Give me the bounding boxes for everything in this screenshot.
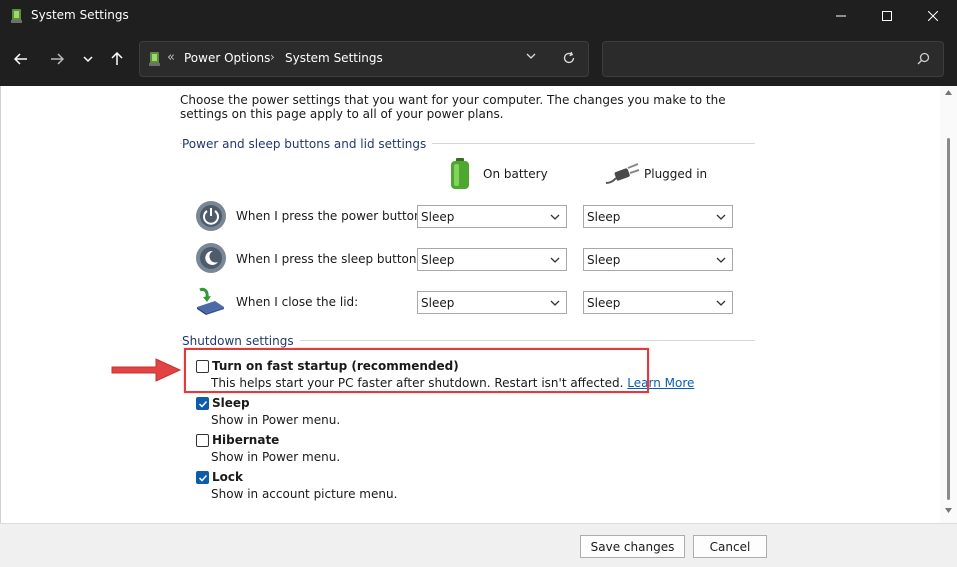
power-button-battery-select[interactable]: Sleep — [417, 205, 567, 228]
close-icon — [928, 11, 938, 21]
sleep-label[interactable]: Sleep — [212, 396, 250, 410]
sleep-button-icon — [196, 243, 226, 273]
window-title: System Settings — [31, 8, 129, 22]
address-bar[interactable]: « Power Options › System Settings — [139, 41, 589, 77]
up-button[interactable] — [104, 46, 130, 72]
scrollbar-thumb[interactable] — [947, 138, 950, 500]
power-section-label: Power and sleep buttons and lid settings — [182, 137, 433, 151]
select-value: Sleep — [421, 210, 455, 224]
power-plug-icon — [605, 163, 640, 184]
power-options-icon — [11, 9, 22, 23]
power-button-plugged-select[interactable]: Sleep — [583, 205, 733, 228]
select-value: Sleep — [421, 253, 455, 267]
close-lid-plugged-select[interactable]: Sleep — [583, 291, 733, 314]
chevron-down-icon — [716, 300, 726, 306]
footer-bar: Save changes Cancel — [0, 523, 957, 567]
arrow-up-icon — [111, 52, 123, 65]
vertical-scrollbar[interactable] — [940, 86, 957, 523]
forward-button[interactable] — [44, 46, 70, 72]
row-label-power-button: When I press the power button: — [236, 209, 426, 223]
refresh-icon[interactable] — [562, 51, 576, 65]
chevron-down-icon — [550, 257, 560, 263]
chevron-down-icon — [550, 214, 560, 220]
navigation-bar: « Power Options › System Settings — [0, 32, 957, 86]
column-on-battery: On battery — [483, 167, 548, 181]
search-box[interactable] — [602, 41, 944, 77]
cancel-button[interactable]: Cancel — [693, 535, 767, 558]
hibernate-checkbox[interactable] — [196, 434, 209, 447]
chevron-down-icon — [716, 257, 726, 263]
arrow-left-icon — [14, 53, 27, 65]
power-button-icon — [196, 201, 226, 231]
row-label-sleep-button: When I press the sleep button: — [236, 252, 421, 266]
select-value: Sleep — [421, 296, 455, 310]
breadcrumb-system-settings[interactable]: System Settings — [285, 51, 383, 65]
laptop-lid-icon — [197, 287, 224, 315]
title-bar: System Settings — [0, 0, 957, 32]
checkmark-icon — [198, 474, 208, 482]
scroll-up-icon[interactable] — [945, 90, 952, 95]
hibernate-label[interactable]: Hibernate — [212, 433, 279, 447]
save-changes-button[interactable]: Save changes — [580, 535, 685, 558]
search-input[interactable] — [611, 49, 901, 69]
select-value: Sleep — [587, 253, 621, 267]
arrow-right-icon — [51, 53, 64, 65]
sleep-button-battery-select[interactable]: Sleep — [417, 248, 567, 271]
battery-icon — [451, 158, 469, 189]
chevron-down-icon — [83, 56, 93, 63]
minimize-icon — [836, 15, 846, 17]
shutdown-section-label: Shutdown settings — [182, 334, 300, 348]
breadcrumb-separator-icon: › — [270, 50, 275, 64]
maximize-button[interactable] — [864, 0, 910, 32]
recent-locations-button[interactable] — [75, 46, 101, 72]
double-chevron-icon: « — [167, 50, 175, 65]
lock-description: Show in account picture menu. — [211, 487, 398, 501]
chevron-down-icon — [716, 214, 726, 220]
address-dropdown-icon[interactable] — [526, 52, 536, 60]
checkmark-icon — [198, 400, 208, 408]
minimize-button[interactable] — [818, 0, 864, 32]
red-arrow-icon — [111, 358, 182, 382]
row-label-close-lid: When I close the lid: — [236, 295, 359, 309]
select-value: Sleep — [587, 296, 621, 310]
annotation-highlight-box — [184, 348, 649, 393]
intro-text: Choose the power settings that you want … — [180, 93, 726, 121]
close-lid-battery-select[interactable]: Sleep — [417, 291, 567, 314]
power-options-icon — [149, 52, 160, 66]
select-value: Sleep — [587, 210, 621, 224]
scroll-down-icon[interactable] — [945, 508, 952, 513]
sleep-button-plugged-select[interactable]: Sleep — [583, 248, 733, 271]
hibernate-description: Show in Power menu. — [211, 450, 341, 464]
breadcrumb-power-options[interactable]: Power Options — [184, 51, 270, 65]
lock-label[interactable]: Lock — [212, 470, 243, 484]
search-icon — [917, 52, 930, 65]
column-plugged-in: Plugged in — [644, 167, 708, 181]
sleep-checkbox[interactable] — [196, 397, 209, 410]
close-button[interactable] — [910, 0, 956, 32]
chevron-down-icon — [550, 300, 560, 306]
lock-checkbox[interactable] — [196, 471, 209, 484]
sleep-description: Show in Power menu. — [211, 413, 341, 427]
maximize-icon — [882, 11, 892, 21]
back-button[interactable] — [8, 46, 34, 72]
